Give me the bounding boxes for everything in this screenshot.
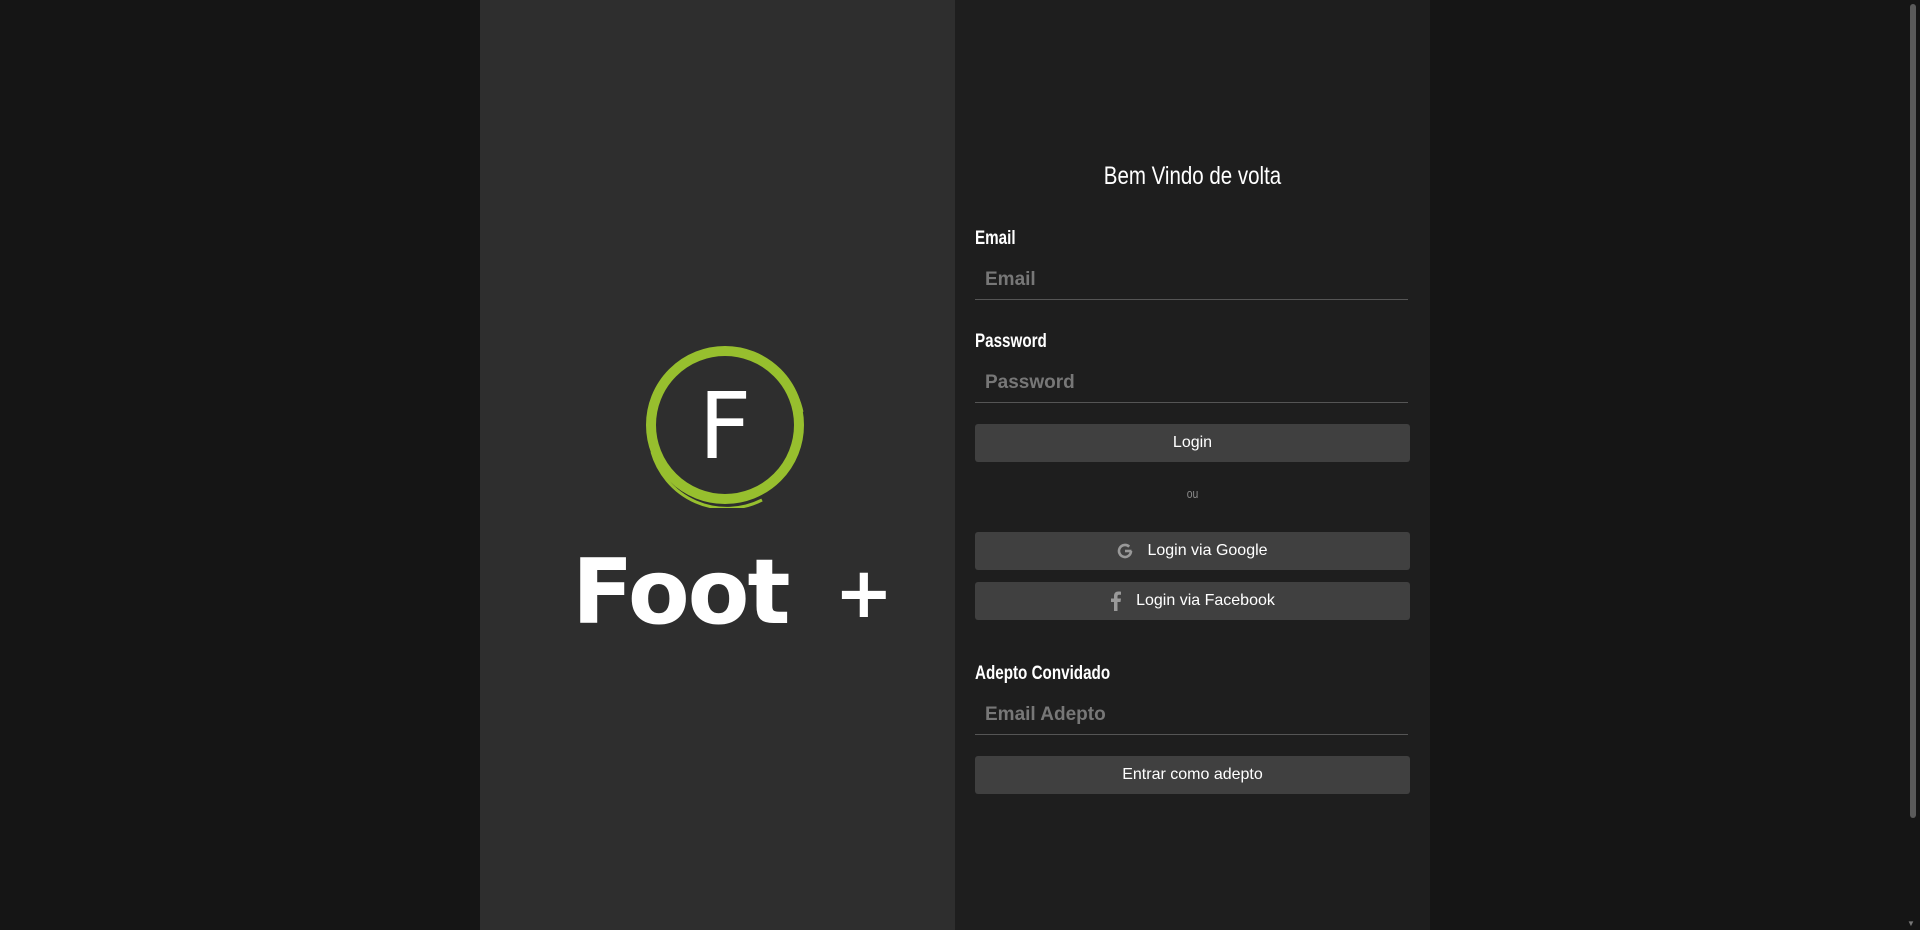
wordmark-plus: +	[834, 552, 894, 634]
login-button-label: Login	[1172, 434, 1213, 451]
facebook-icon	[1110, 591, 1122, 611]
scroll-down-icon[interactable]: ▼	[1907, 919, 1915, 928]
email-label: Email	[975, 228, 1016, 249]
wordmark-text: Foot	[572, 540, 791, 645]
or-divider: ou	[1186, 486, 1199, 501]
password-label: Password	[975, 331, 1047, 352]
facebook-login-button[interactable]: Login via Facebook	[975, 582, 1410, 620]
enter-as-guest-button[interactable]: Entrar como adepto	[975, 756, 1410, 794]
login-page: F Foot + Bem Vindo de volta Email Passwo…	[0, 0, 1920, 930]
google-login-label: Login via Google	[1147, 542, 1268, 559]
welcome-title: Bem Vindo de volta	[1103, 162, 1282, 190]
password-input[interactable]	[975, 363, 1408, 403]
email-input[interactable]	[975, 260, 1408, 300]
guest-email-input[interactable]	[975, 695, 1408, 735]
google-login-button[interactable]: Login via Google	[975, 532, 1410, 570]
brand-wordmark: Foot +	[572, 540, 894, 645]
foot-plus-logo-icon: F	[646, 346, 804, 508]
brand-panel: F Foot +	[480, 0, 955, 930]
guest-label: Adepto Convidado	[975, 663, 1111, 684]
enter-as-guest-label: Entrar como adepto	[1122, 766, 1263, 783]
scrollbar[interactable]: ▼	[1903, 0, 1920, 930]
login-form-panel: Bem Vindo de volta Email Password Login …	[955, 0, 1430, 930]
login-button[interactable]: Login	[975, 424, 1410, 462]
facebook-login-label: Login via Facebook	[1136, 592, 1275, 609]
logo-letter: F	[699, 373, 752, 480]
google-icon	[1117, 543, 1133, 559]
scrollbar-thumb[interactable]	[1910, 4, 1916, 818]
